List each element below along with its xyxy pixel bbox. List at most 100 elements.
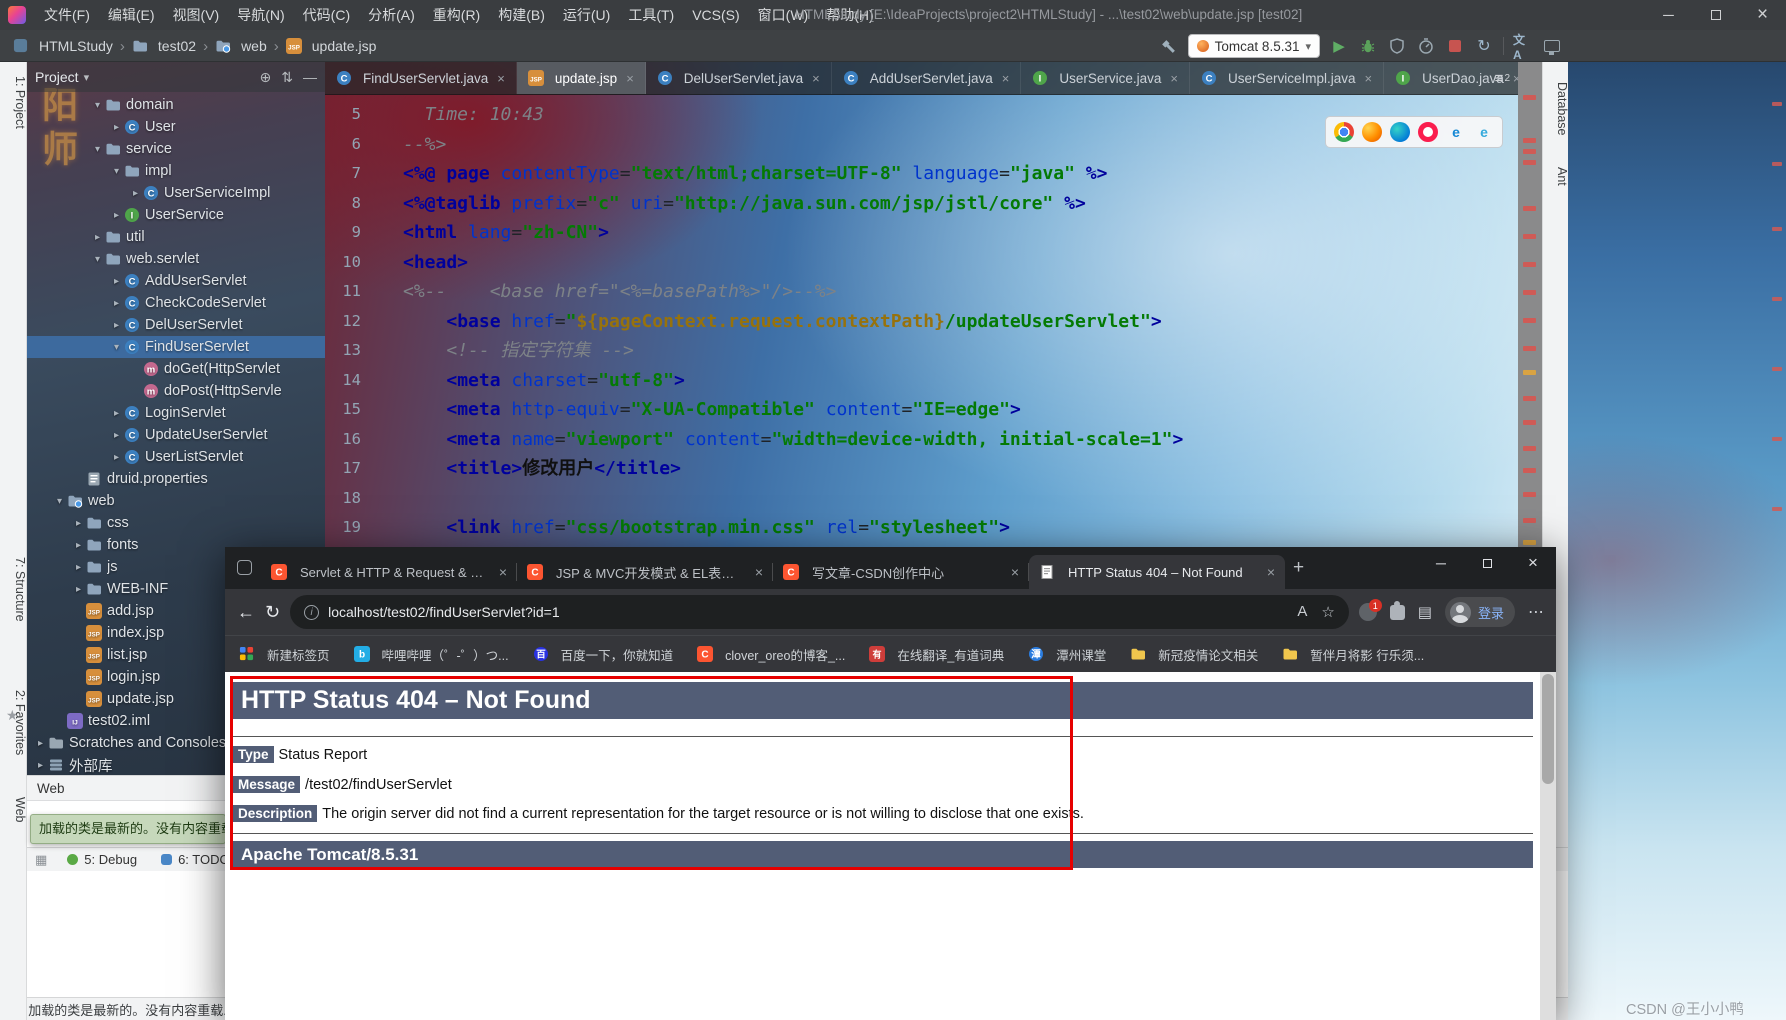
minimize-icon[interactable]: ─ [1645, 0, 1692, 30]
error-stripe-mark[interactable] [1523, 95, 1536, 100]
stop-button[interactable] [1445, 36, 1465, 56]
error-stripe-mark[interactable] [1523, 540, 1536, 545]
stripe-item-7-structure[interactable]: 7: Structure [0, 557, 27, 622]
menu-item-8[interactable]: 运行(U) [554, 0, 619, 30]
back-icon[interactable]: ← [237, 602, 255, 623]
error-stripe-mark[interactable] [1523, 446, 1536, 451]
tab-close-icon[interactable]: × [1267, 564, 1275, 580]
menu-item-2[interactable]: 视图(V) [164, 0, 229, 30]
menu-item-6[interactable]: 重构(R) [424, 0, 489, 30]
tree-item[interactable]: ▸css [27, 512, 325, 534]
tree-item[interactable]: ▸CUser [27, 116, 325, 138]
chevron-down-icon[interactable]: ▾ [84, 71, 90, 84]
chrome-icon[interactable] [1334, 122, 1354, 142]
menu-item-10[interactable]: VCS(S) [683, 0, 748, 30]
debug-button[interactable] [1358, 36, 1378, 56]
page-scrollbar[interactable] [1540, 672, 1556, 1020]
tree-item[interactable]: ▸CUserListServlet [27, 446, 325, 468]
breadcrumb-item-update.jsp[interactable]: JSPupdate.jsp [283, 38, 380, 54]
redeploy-icon[interactable]: ↻ [1474, 36, 1494, 56]
stripe-item-2-favorites[interactable]: 2: Favorites [0, 690, 27, 755]
tree-item[interactable]: ▾impl [27, 160, 325, 182]
menu-item-7[interactable]: 构建(B) [489, 0, 554, 30]
stripe-item-database[interactable]: Database [1543, 82, 1569, 136]
browser-maximize-icon[interactable] [1464, 547, 1510, 579]
editor-tab-DelUserServlet.java[interactable]: CDelUserServlet.java× [646, 62, 832, 94]
more-menu-icon[interactable]: ⋯ [1528, 602, 1544, 622]
maximize-icon[interactable] [1692, 0, 1739, 30]
project-panel-title[interactable]: Project [35, 69, 79, 85]
address-bar[interactable]: i localhost/test02/findUserServlet?id=1 … [290, 595, 1349, 629]
collapse-icon[interactable]: ― [303, 69, 317, 86]
tab-close-icon[interactable]: × [755, 564, 763, 580]
extensions-puzzle-icon[interactable] [1390, 605, 1405, 620]
bookmark-item[interactable]: 潭潭州课堂 [1028, 645, 1106, 664]
bookmark-item[interactable]: b哔哩哔哩（゜-゜）つ... [354, 645, 509, 664]
read-aloud-icon[interactable]: A [1297, 603, 1307, 621]
profiler-icon[interactable] [1416, 36, 1436, 56]
error-stripe-mark[interactable] [1523, 370, 1536, 375]
window-layout-icon[interactable] [1542, 36, 1562, 56]
firefox-icon[interactable] [1362, 122, 1382, 142]
tab-actions-icon[interactable] [237, 560, 252, 575]
editor-tab-update.jsp[interactable]: JSPupdate.jsp× [517, 62, 646, 94]
editor-tab-UserServiceImpl.java[interactable]: CUserServiceImpl.java× [1190, 62, 1384, 94]
translate-icon[interactable]: 文A [1513, 36, 1533, 56]
tab-close-icon[interactable]: × [499, 564, 507, 580]
error-stripe-mark[interactable] [1523, 420, 1536, 425]
tab-close-icon[interactable]: × [1170, 71, 1178, 86]
error-stripe-mark[interactable] [1523, 262, 1536, 267]
collections-icon[interactable]: ▤ [1418, 603, 1432, 621]
edge-icon[interactable] [1390, 122, 1410, 142]
tool-windows-icon[interactable]: ▦ [35, 852, 47, 868]
bookmark-item[interactable]: 有在线翻译_有道词典 [869, 645, 1004, 664]
breadcrumb-item-web[interactable]: web [212, 38, 270, 54]
menu-item-0[interactable]: 文件(F) [35, 0, 99, 30]
bookmark-item[interactable]: 新冠疫情论文相关 [1130, 645, 1258, 664]
tab-close-icon[interactable]: × [1002, 71, 1010, 86]
scrollbar-thumb[interactable] [1542, 674, 1554, 784]
tree-item[interactable]: ▸IUserService [27, 204, 325, 226]
tree-item[interactable]: ▾domain [27, 94, 325, 116]
tree-item[interactable]: ▸CDelUserServlet [27, 314, 325, 336]
url-text[interactable]: localhost/test02/findUserServlet?id=1 [328, 604, 1288, 620]
run-button[interactable]: ▶ [1329, 36, 1349, 56]
error-stripe-mark[interactable] [1523, 468, 1536, 473]
tree-item[interactable]: ▸CAddUserServlet [27, 270, 325, 292]
tree-item[interactable]: ▸CCheckCodeServlet [27, 292, 325, 314]
editor-tab-FindUserServlet.java[interactable]: CFindUserServlet.java× [325, 62, 517, 94]
error-stripe-mark[interactable] [1523, 346, 1536, 351]
editor-tab-AddUserServlet.java[interactable]: CAddUserServlet.java× [832, 62, 1022, 94]
locate-icon[interactable]: ⊕ [260, 69, 272, 86]
tree-item[interactable]: mdoPost(HttpServle [27, 380, 325, 402]
hidden-tabs-button[interactable]: ≡2 [1495, 62, 1510, 95]
tab-close-icon[interactable]: × [812, 71, 820, 86]
tree-item[interactable]: ▾web.servlet [27, 248, 325, 270]
new-tab-button[interactable]: + [1293, 557, 1304, 579]
error-stripe-mark[interactable] [1523, 206, 1536, 211]
favorite-star-icon[interactable]: ☆ [1321, 603, 1334, 621]
tree-item[interactable]: ▸CLoginServlet [27, 402, 325, 424]
browser-tab[interactable]: C写文章-CSDN创作中心× [773, 555, 1029, 589]
error-stripe-mark[interactable] [1523, 290, 1536, 295]
error-stripe-mark[interactable] [1523, 234, 1536, 239]
tree-item[interactable]: ▾service [27, 138, 325, 160]
tree-item[interactable]: mdoGet(HttpServlet [27, 358, 325, 380]
tab-close-icon[interactable]: × [1011, 564, 1019, 580]
menu-item-5[interactable]: 分析(A) [359, 0, 424, 30]
breadcrumb-item-test02[interactable]: test02 [129, 38, 199, 54]
menu-item-4[interactable]: 代码(C) [294, 0, 359, 30]
browser-close-icon[interactable]: × [1510, 547, 1556, 579]
stripe-item-ant[interactable]: Ant [1543, 167, 1569, 186]
site-info-icon[interactable]: i [304, 605, 319, 620]
tab-close-icon[interactable]: × [1365, 71, 1373, 86]
menu-item-1[interactable]: 编辑(E) [99, 0, 164, 30]
refresh-icon[interactable]: ↻ [265, 602, 280, 623]
run-config-selector[interactable]: Tomcat 8.5.31 ▾ [1188, 34, 1320, 58]
tree-item[interactable]: ▸CUpdateUserServlet [27, 424, 325, 446]
browser-tab[interactable]: HTTP Status 404 – Not Found× [1029, 555, 1285, 589]
bookmark-item[interactable]: Cclover_oreo的博客_... [697, 645, 845, 664]
error-stripe-mark[interactable] [1523, 518, 1536, 523]
tree-item[interactable]: ▾web [27, 490, 325, 512]
stripe-item-1-project[interactable]: 1: Project [0, 76, 27, 129]
